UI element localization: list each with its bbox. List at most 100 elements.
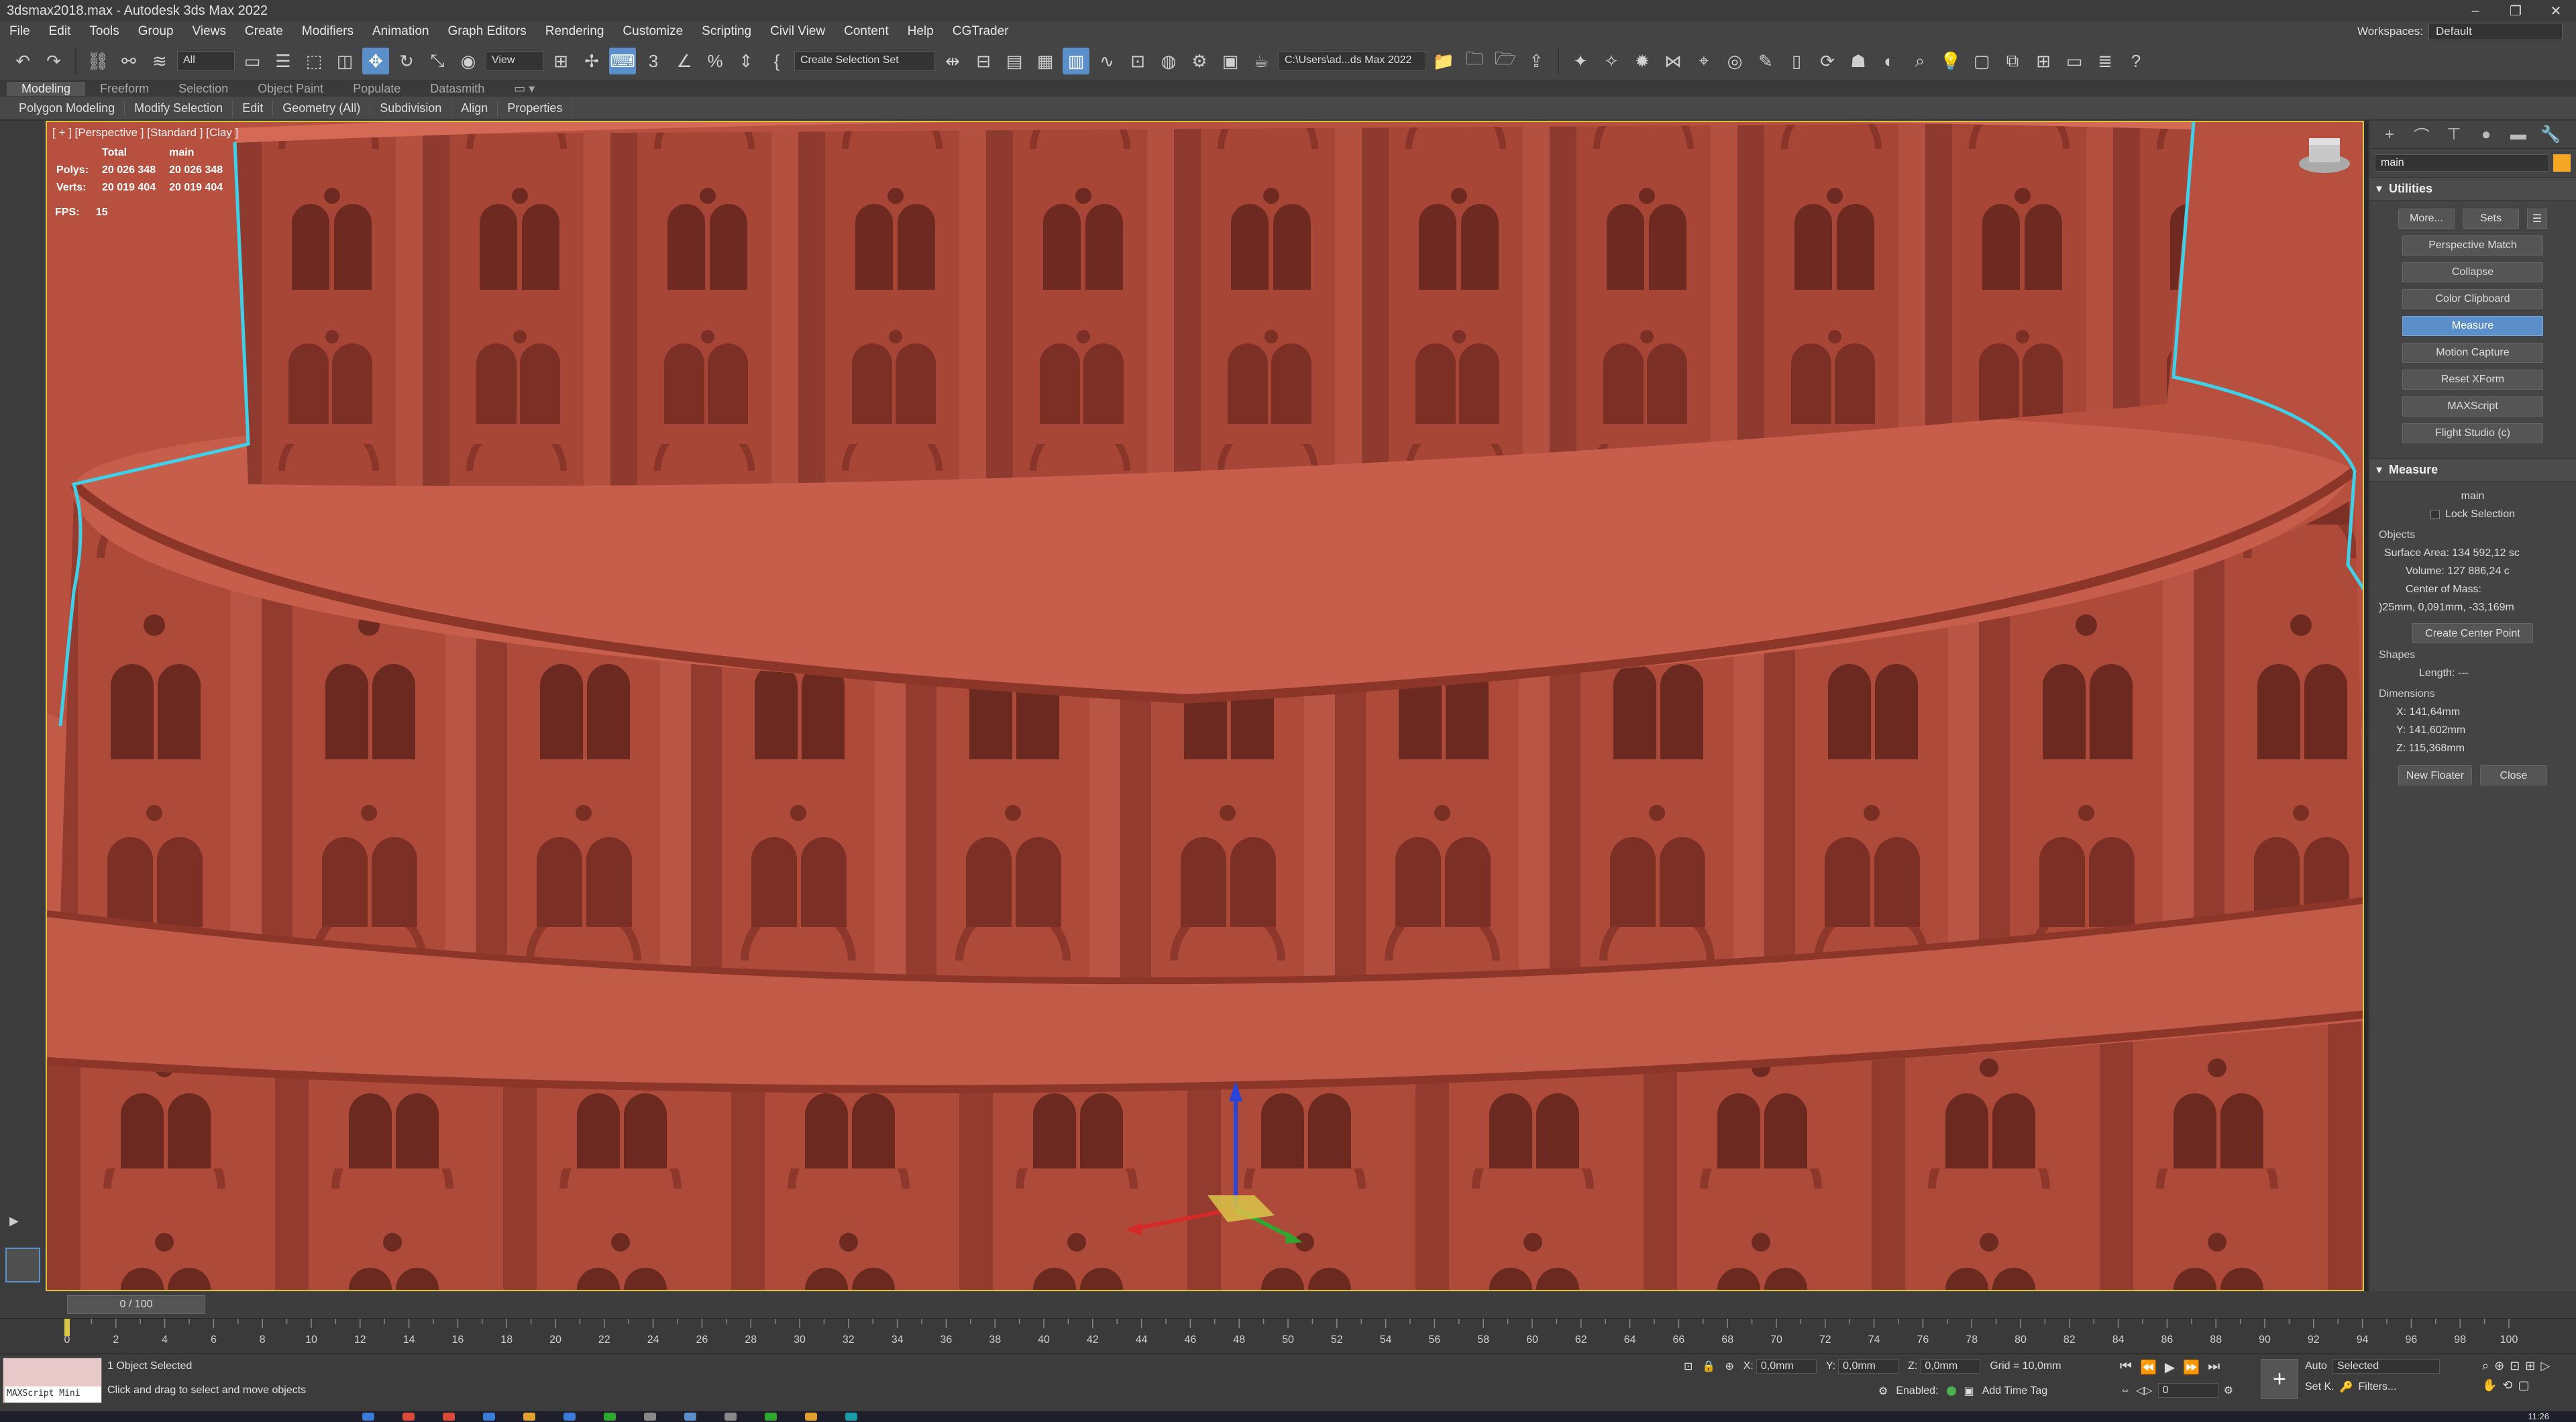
utility-color-clipboard[interactable]: Color Clipboard bbox=[2402, 289, 2543, 309]
checkbox-box[interactable] bbox=[2430, 509, 2440, 519]
mirror-tool-icon[interactable]: ⋈ bbox=[1660, 48, 1686, 74]
tab-freeform[interactable]: Freeform bbox=[85, 82, 164, 96]
target-icon[interactable]: ◎ bbox=[1721, 48, 1748, 74]
reference-coordinate-dropdown[interactable]: View bbox=[486, 51, 543, 71]
link-icon[interactable]: ⛓ bbox=[85, 48, 111, 74]
selection-filter-dropdown[interactable]: All bbox=[177, 51, 235, 71]
bind-spacewarp-icon[interactable]: ≋ bbox=[146, 48, 173, 74]
lock-icon[interactable]: 🔒 bbox=[1702, 1360, 1715, 1373]
current-frame-marker[interactable] bbox=[64, 1319, 70, 1336]
modify-tab-icon[interactable]: ⌒ bbox=[2410, 123, 2434, 146]
add-time-tag-button[interactable]: Add Time Tag bbox=[1982, 1385, 2048, 1397]
utility-collapse[interactable]: Collapse bbox=[2402, 262, 2543, 282]
tab-selection[interactable]: Selection bbox=[164, 82, 243, 96]
menu-edit[interactable]: Edit bbox=[40, 24, 80, 39]
ribbon-edit[interactable]: Edit bbox=[233, 99, 274, 117]
render-setup-icon[interactable]: ⚙ bbox=[1186, 48, 1213, 74]
taskbar-app-icon[interactable] bbox=[805, 1413, 817, 1421]
menu-civil-view[interactable]: Civil View bbox=[761, 24, 835, 39]
tab-populate[interactable]: Populate bbox=[338, 82, 415, 96]
menu-modifiers[interactable]: Modifiers bbox=[292, 24, 363, 39]
configure-sets-icon[interactable]: ☰ bbox=[2527, 209, 2547, 229]
teapot-icon[interactable]: ☗ bbox=[1845, 48, 1872, 74]
project-folder-icon[interactable]: 📁 bbox=[1430, 48, 1457, 74]
grid-icon[interactable]: ⊞ bbox=[2030, 48, 2057, 74]
adaptive-icon[interactable]: ⚙ bbox=[1878, 1384, 1888, 1398]
utility-reset-xform[interactable]: Reset XForm bbox=[2402, 370, 2543, 390]
paint-icon[interactable]: ✎ bbox=[1752, 48, 1779, 74]
menu-customize[interactable]: Customize bbox=[613, 24, 692, 39]
time-slider-thumb[interactable]: 0 / 100 bbox=[67, 1295, 205, 1314]
lock-selection-checkbox[interactable]: Lock Selection bbox=[2379, 505, 2567, 523]
cgtrader-tool-1-icon[interactable]: ✦ bbox=[1567, 48, 1594, 74]
ribbon-properties[interactable]: Properties bbox=[498, 99, 573, 117]
create-center-point-button[interactable]: Create Center Point bbox=[2412, 623, 2533, 643]
y-coordinate-field[interactable]: 0,0mm bbox=[1838, 1359, 1899, 1374]
save-folder-icon[interactable]: 🗁 bbox=[1492, 48, 1519, 74]
object-name-field[interactable]: main bbox=[2375, 154, 2549, 172]
enabled-indicator-icon[interactable] bbox=[1946, 1386, 1956, 1396]
create-tab-icon[interactable]: + bbox=[2377, 125, 2402, 144]
mirror-icon[interactable]: ⇹ bbox=[939, 48, 966, 74]
globe-icon[interactable]: ◐ bbox=[1876, 48, 1902, 74]
taskbar-app-icon[interactable] bbox=[402, 1413, 415, 1421]
ribbon-align[interactable]: Align bbox=[451, 99, 498, 117]
tab-object-paint[interactable]: Object Paint bbox=[243, 82, 338, 96]
ribbon-subdivision[interactable]: Subdivision bbox=[370, 99, 452, 117]
layer-explorer-icon[interactable]: ▤ bbox=[1001, 48, 1028, 74]
material-editor-icon[interactable]: ◍ bbox=[1155, 48, 1182, 74]
auto-key-button[interactable]: Auto bbox=[2305, 1360, 2327, 1372]
isolate-icon[interactable]: ⊡ bbox=[1684, 1360, 1693, 1373]
current-frame-field[interactable]: 0 bbox=[2157, 1383, 2218, 1398]
manipulate-icon[interactable]: ✢ bbox=[578, 48, 605, 74]
viewport-label[interactable]: [ + ] [Perspective ] [Standard ] [Clay ] bbox=[52, 126, 238, 140]
set-key-button[interactable]: Set K. bbox=[2305, 1381, 2334, 1393]
measure-rollout-header[interactable]: ▾ Measure bbox=[2369, 458, 2576, 482]
curve-editor-icon[interactable]: ∿ bbox=[1093, 48, 1120, 74]
display-tab-icon[interactable]: ▬ bbox=[2506, 125, 2530, 144]
perspective-viewport[interactable]: [ + ] [Perspective ] [Standard ] [Clay ]… bbox=[46, 121, 2364, 1291]
x-coordinate-field[interactable]: 0,0mm bbox=[1756, 1359, 1817, 1374]
time-tag-icon[interactable]: ▣ bbox=[1964, 1384, 1974, 1398]
cgtrader-tool-2-icon[interactable]: ✧ bbox=[1598, 48, 1625, 74]
pivot-center-icon[interactable]: ⊞ bbox=[547, 48, 574, 74]
refresh-icon[interactable]: ⟳ bbox=[1814, 48, 1841, 74]
tab-datasmith[interactable]: Datasmith bbox=[415, 82, 499, 96]
pan-icon[interactable]: ✋ bbox=[2482, 1378, 2497, 1392]
notes-icon[interactable]: ≣ bbox=[2092, 48, 2118, 74]
object-color-swatch[interactable] bbox=[2553, 154, 2571, 172]
z-coordinate-field[interactable]: 0,0mm bbox=[1920, 1359, 1981, 1374]
minimize-button[interactable]: – bbox=[2455, 0, 2496, 21]
percent-snap-icon[interactable]: % bbox=[702, 48, 729, 74]
zoom-extents-all-icon[interactable]: ⊞ bbox=[2525, 1359, 2535, 1373]
zoom-extents-icon[interactable]: ⊡ bbox=[2510, 1359, 2520, 1373]
maxscript-listener[interactable]: MAXScript Mini bbox=[3, 1358, 102, 1403]
spinner-snap-icon[interactable]: ⇕ bbox=[733, 48, 759, 74]
utilities-tab-icon[interactable]: 🔧 bbox=[2538, 125, 2563, 144]
key-icon[interactable]: 🔑 bbox=[2340, 1380, 2353, 1394]
render-icon[interactable]: ☕ bbox=[1248, 48, 1275, 74]
zoom-icon[interactable]: ⌕ bbox=[2482, 1359, 2489, 1373]
utility-motion-capture[interactable]: Motion Capture bbox=[2402, 343, 2543, 363]
track-bar[interactable]: 0 2 4 6 8 10 12 14 16 18 20 22 24 26 28 30 32 34 36 38 40 42 4… bbox=[0, 1318, 2576, 1353]
named-selection-sets-dropdown[interactable]: Create Selection Set bbox=[794, 51, 935, 71]
previous-frame-icon[interactable]: ⏪ bbox=[2140, 1359, 2157, 1376]
select-scale-icon[interactable]: ⤡ bbox=[424, 48, 451, 74]
close-button[interactable]: Close bbox=[2480, 765, 2547, 785]
unlink-icon[interactable]: ⚯ bbox=[115, 48, 142, 74]
more-button[interactable]: More... bbox=[2398, 209, 2455, 229]
taskbar-app-icon[interactable] bbox=[362, 1413, 374, 1421]
ribbon-polygon-modeling[interactable]: Polygon Modeling bbox=[9, 99, 125, 117]
select-object-icon[interactable]: ▭ bbox=[239, 48, 266, 74]
utility-flight-studio[interactable]: Flight Studio (c) bbox=[2402, 423, 2543, 443]
window-crossing-icon[interactable]: ◫ bbox=[331, 48, 358, 74]
edit-named-selection-icon[interactable]: { bbox=[763, 48, 790, 74]
menu-create[interactable]: Create bbox=[235, 24, 292, 39]
menu-file[interactable]: File bbox=[0, 24, 40, 39]
select-rotate-icon[interactable]: ↻ bbox=[393, 48, 420, 74]
ribbon-modify-selection[interactable]: Modify Selection bbox=[125, 99, 233, 117]
utility-measure[interactable]: Measure bbox=[2402, 316, 2543, 336]
go-to-start-icon[interactable]: ⏮ bbox=[2120, 1359, 2132, 1376]
time-config-icon[interactable]: ⚙ bbox=[2224, 1384, 2233, 1397]
play-icon[interactable]: ▶ bbox=[2165, 1359, 2175, 1376]
